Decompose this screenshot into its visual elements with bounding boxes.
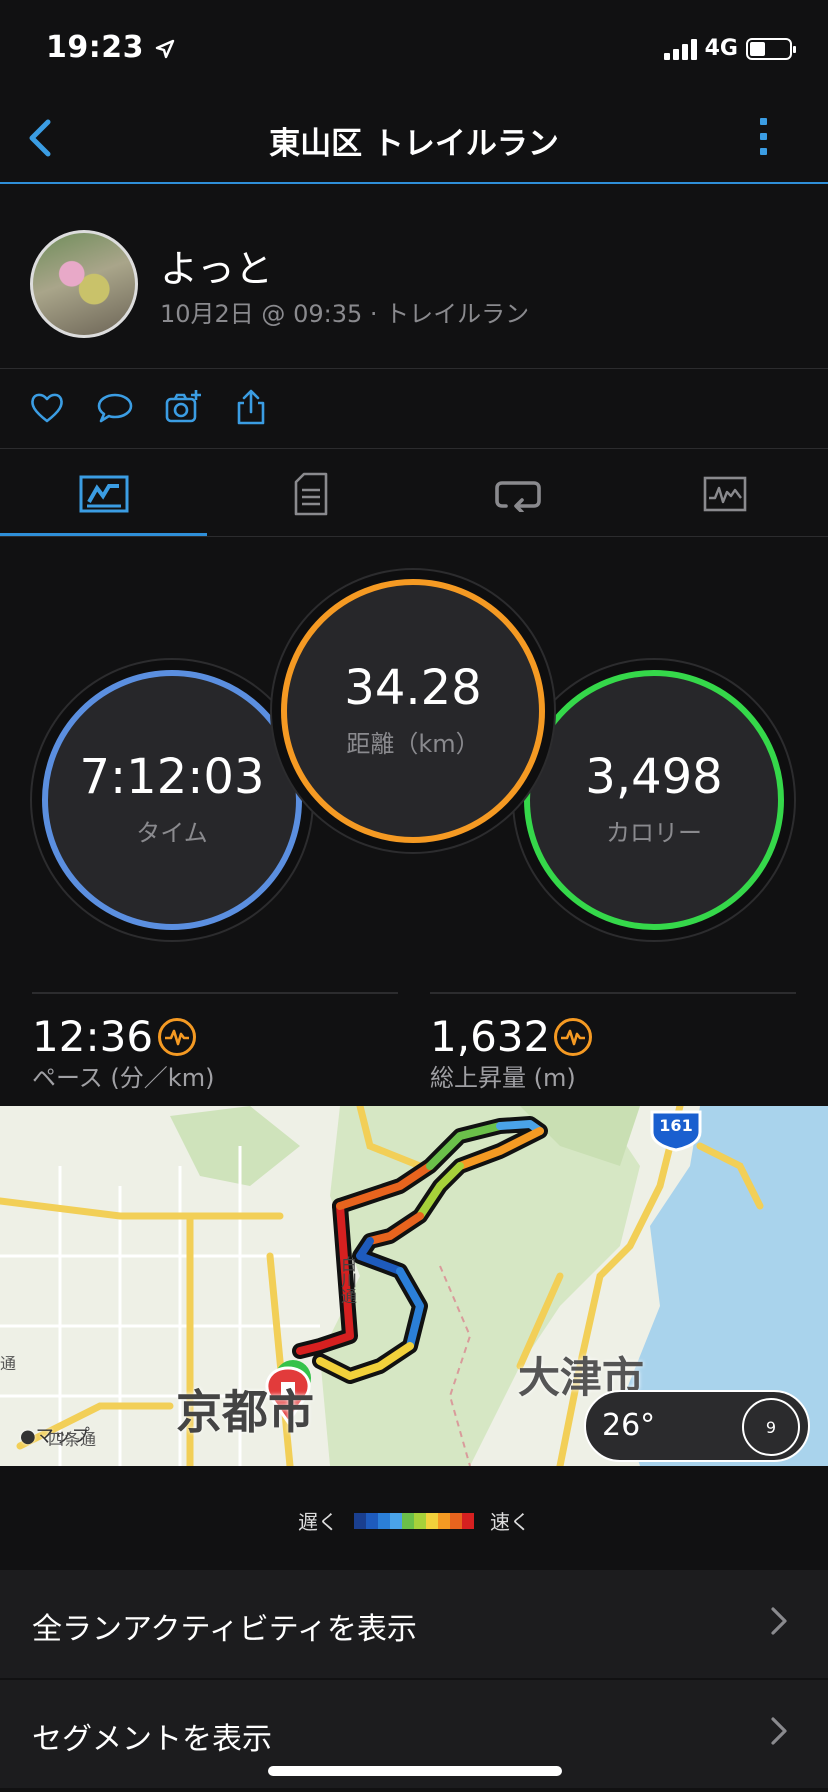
pace-value: 12:36 xyxy=(32,1012,154,1061)
signal-icon xyxy=(663,38,697,60)
chevron-right-icon xyxy=(771,1607,787,1635)
view-all-runs-label: 全ランアクティビティを表示 xyxy=(32,1612,417,1647)
legend-swatch xyxy=(450,1512,462,1529)
nav-bar: 東山区 トレイルラン xyxy=(0,94,828,184)
wind-speed: 9 xyxy=(765,1417,777,1437)
tab-bar xyxy=(0,450,828,538)
pace-legend: 遅く 速く xyxy=(0,1506,828,1535)
temperature: 26° xyxy=(602,1408,656,1443)
like-heart-icon[interactable] xyxy=(28,388,66,426)
ascent-chart-icon[interactable] xyxy=(554,1018,592,1056)
location-arrow-icon xyxy=(155,39,175,59)
laps-icon xyxy=(494,481,541,512)
legend-swatch xyxy=(378,1512,390,1529)
road-label-shirakawa: 白川通 xyxy=(338,1256,357,1304)
view-all-runs-row[interactable]: 全ランアクティビティを表示 xyxy=(0,1570,828,1678)
calories-ring: 3,498 カロリー xyxy=(514,660,794,940)
road-label: 通 xyxy=(0,1354,17,1373)
legend-swatch xyxy=(438,1512,450,1529)
legend-swatch xyxy=(366,1512,378,1529)
legend-fast-label: 速く xyxy=(490,1510,530,1534)
tab-details[interactable] xyxy=(207,450,414,538)
status-indicators: 4G xyxy=(663,36,796,61)
activity-meta: 10月2日 @ 09:35 · トレイルラン xyxy=(160,300,530,328)
time-label: タイム xyxy=(136,818,208,847)
divider xyxy=(430,992,796,994)
more-options-icon[interactable] xyxy=(760,118,770,155)
legend-color-scale xyxy=(354,1512,474,1529)
view-segments-label: セグメントを表示 xyxy=(32,1722,272,1757)
time-ring-inner: 7:12:03 タイム xyxy=(42,670,302,930)
pace-chart-icon[interactable] xyxy=(158,1018,196,1056)
share-icon[interactable] xyxy=(232,388,270,426)
comment-icon[interactable] xyxy=(96,388,134,426)
legend-swatch xyxy=(462,1512,474,1529)
calories-value: 3,498 xyxy=(585,748,723,805)
tab-laps[interactable] xyxy=(414,450,621,538)
legend-swatch xyxy=(402,1512,414,1529)
city-label-kyoto: 京都市 xyxy=(176,1385,314,1439)
distance-label: 距離（km） xyxy=(346,729,480,758)
legend-swatch xyxy=(426,1512,438,1529)
chevron-right-icon xyxy=(771,1717,787,1745)
details-icon xyxy=(294,472,327,516)
divider xyxy=(0,536,828,537)
apple-logo-icon: ● xyxy=(20,1426,36,1447)
distance-value: 34.28 xyxy=(344,659,482,716)
page-title: 東山区 トレイルラン xyxy=(269,126,559,162)
tab-charts[interactable] xyxy=(621,450,828,538)
route-number: 161 xyxy=(659,1116,693,1135)
time-ring: 7:12:03 タイム xyxy=(32,660,312,940)
tab-stats[interactable] xyxy=(0,450,207,538)
distance-ring: 34.28 距離（km） xyxy=(272,570,554,852)
distance-ring-inner: 34.28 距離（km） xyxy=(281,579,545,843)
calories-ring-inner: 3,498 カロリー xyxy=(524,670,784,930)
pace-label: ペース (分／km) xyxy=(32,1064,215,1092)
home-indicator[interactable] xyxy=(268,1766,562,1776)
user-name[interactable]: よっと xyxy=(160,238,273,293)
legend-swatch xyxy=(390,1512,402,1529)
legend-slow-label: 遅く xyxy=(298,1510,338,1534)
ascent-label: 総上昇量 (m) xyxy=(430,1064,576,1092)
legend-swatch xyxy=(354,1512,366,1529)
network-type: 4G xyxy=(704,36,738,61)
avatar[interactable] xyxy=(30,230,138,338)
time-value: 7:12:03 xyxy=(79,748,265,805)
status-time: 19:23 xyxy=(46,30,175,65)
action-row xyxy=(28,388,270,426)
stats-icon xyxy=(79,475,128,513)
divider xyxy=(0,368,828,369)
legend-swatch xyxy=(414,1512,426,1529)
battery-icon xyxy=(746,37,796,60)
ascent-value: 1,632 xyxy=(430,1012,551,1061)
divider xyxy=(32,992,398,994)
wind-indicator: 9 xyxy=(742,1398,800,1456)
road-label-shijo: 四条通 xyxy=(48,1430,97,1449)
add-photo-icon[interactable] xyxy=(164,388,202,426)
divider xyxy=(0,448,828,449)
calories-label: カロリー xyxy=(606,818,702,847)
weather-chip[interactable]: 26° 9 xyxy=(584,1390,810,1462)
chart-icon xyxy=(703,476,746,512)
